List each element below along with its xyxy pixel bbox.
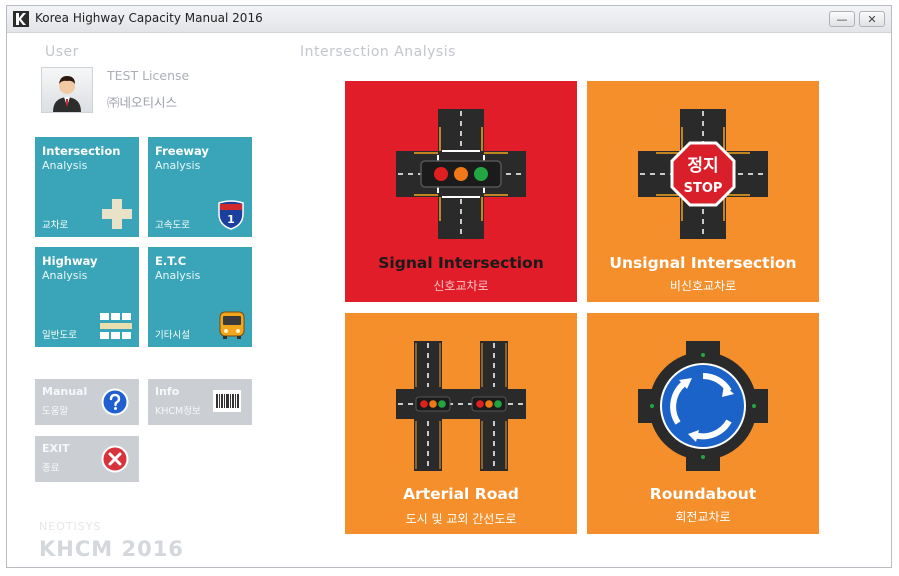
title-bar: Korea Highway Capacity Manual 2016 — ✕ <box>7 6 891 33</box>
tile-korean-label: 신호교차로 <box>433 279 489 293</box>
tile-korean-label: 도시 및 교외 간선도로 <box>405 512 517 526</box>
exit-button[interactable]: EXIT 종료 <box>35 436 139 482</box>
user-organization: ㈜네오티시스 <box>107 95 178 110</box>
tile-korean-label: 기타시설 <box>155 330 190 341</box>
tile-korean-label: 회전교차로 <box>675 510 731 524</box>
stop-sign-english: STOP <box>684 181 723 196</box>
highway-shield-icon: 1 <box>218 200 244 230</box>
tile-subtitle: Analysis <box>42 159 88 172</box>
app-logo-icon <box>13 11 29 27</box>
stop-sign-intersection-icon: 정지 STOP <box>638 109 768 239</box>
barcode-icon <box>213 390 241 412</box>
tile-subtitle: 종료 <box>42 463 60 474</box>
plus-cross-icon <box>102 199 132 229</box>
company-brand: NEOTISYS <box>39 520 102 533</box>
tile-title: Unsignal Intersection <box>609 254 797 272</box>
tile-title: Intersection <box>42 144 121 158</box>
intersection-analysis-tile[interactable]: Intersection Analysis 교차로 <box>35 137 139 237</box>
intersection-analysis-label: Intersection Analysis <box>300 44 456 60</box>
traffic-light-intersection-icon <box>396 109 526 239</box>
stop-sign-korean: 정지 <box>687 156 718 176</box>
bus-icon <box>219 311 245 339</box>
tile-subtitle: Analysis <box>155 159 201 172</box>
minimize-button[interactable]: — <box>829 11 855 27</box>
tile-title: EXIT <box>42 442 70 455</box>
help-icon <box>101 388 129 416</box>
arterial-road-tile[interactable]: Arterial Road 도시 및 교외 간선도로 <box>345 313 577 534</box>
window-title: Korea Highway Capacity Manual 2016 <box>35 11 263 25</box>
tile-title: Info <box>155 385 180 398</box>
tile-korean-label: 일반도로 <box>42 330 77 341</box>
tile-title: E.T.C <box>155 254 187 268</box>
close-window-button[interactable]: ✕ <box>859 11 885 27</box>
tile-korean-label: 고속도로 <box>155 220 190 231</box>
tile-subtitle: 도움말 <box>42 406 69 417</box>
user-name: TEST License <box>107 68 190 83</box>
signal-intersection-tile[interactable]: Signal Intersection 신호교차로 <box>345 81 577 302</box>
tile-title: Roundabout <box>649 485 757 503</box>
app-window: Korea Highway Capacity Manual 2016 — ✕ U… <box>6 5 892 568</box>
tile-title: Freeway <box>155 144 209 158</box>
tile-korean-label: 교차로 <box>42 220 69 231</box>
roundabout-icon <box>638 341 768 471</box>
etc-analysis-tile[interactable]: E.T.C Analysis 기타시설 <box>148 247 252 347</box>
tile-subtitle: KHCM정보 <box>155 406 201 417</box>
tile-subtitle: Analysis <box>42 269 88 282</box>
info-button[interactable]: Info KHCM정보 <box>148 379 252 425</box>
close-circle-icon <box>101 445 129 473</box>
manual-button[interactable]: Manual 도움말 <box>35 379 139 425</box>
unsignal-intersection-tile[interactable]: 정지 STOP Unsignal Intersection 비신호교차로 <box>587 81 819 302</box>
roundabout-tile[interactable]: Roundabout 회전교차로 <box>587 313 819 534</box>
avatar <box>41 67 93 113</box>
tile-title: Manual <box>42 385 88 398</box>
highway-analysis-tile[interactable]: Highway Analysis 일반도로 <box>35 247 139 347</box>
freeway-analysis-tile[interactable]: Freeway Analysis 고속도로 1 <box>148 137 252 237</box>
tile-subtitle: Analysis <box>155 269 201 282</box>
tile-title: Highway <box>42 254 98 268</box>
user-avatar-icon <box>53 76 81 112</box>
tile-title: Signal Intersection <box>378 254 544 272</box>
tile-korean-label: 비신호교차로 <box>669 279 737 293</box>
road-blocks-icon <box>100 313 132 339</box>
tile-title: Arterial Road <box>403 485 519 503</box>
product-brand: KHCM 2016 <box>39 537 184 561</box>
user-section-label: User <box>45 44 79 60</box>
shield-number: 1 <box>227 213 235 226</box>
arterial-road-icon <box>396 341 526 471</box>
